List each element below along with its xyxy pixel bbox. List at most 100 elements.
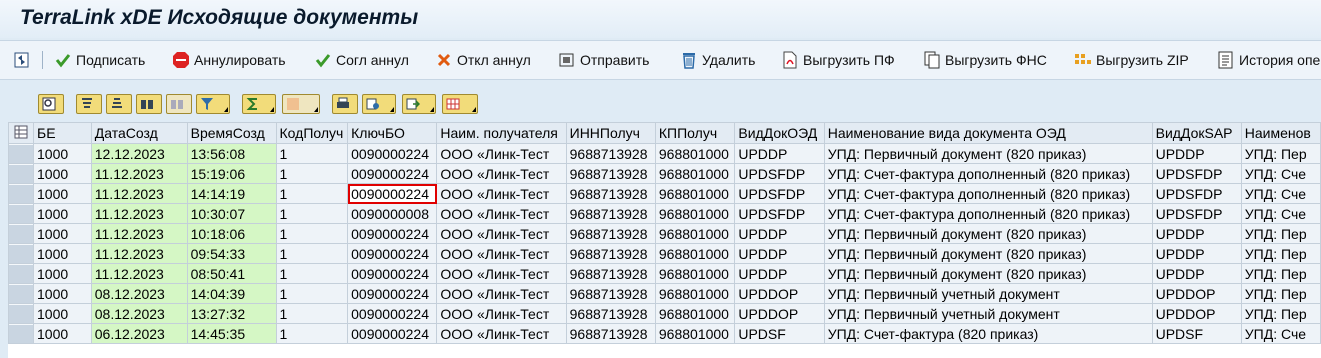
table-row[interactable]: 1000 11.12.2023 09:54:33 1 0090000224 ООО «Ли…: [8, 243, 1321, 264]
row-selector[interactable]: [8, 323, 34, 344]
send-button[interactable]: Отправить: [558, 49, 649, 71]
table-cell[interactable]: 12.12.2023: [90, 143, 188, 164]
table-cell[interactable]: УПД: Первичный документ (820 приказ): [823, 143, 1153, 164]
table-cell[interactable]: UPDDP: [1151, 223, 1242, 244]
export-pf-button[interactable]: Выгрузить ПФ: [781, 49, 895, 71]
table-cell[interactable]: 0090000224: [347, 263, 438, 284]
table-cell[interactable]: 09:54:33: [186, 243, 277, 264]
table-cell[interactable]: 0090000224: [347, 303, 438, 324]
table-cell[interactable]: УПД: Пер: [1240, 303, 1321, 324]
table-cell[interactable]: 11.12.2023: [90, 163, 188, 184]
table-cell[interactable]: UPDSFDP: [1151, 163, 1242, 184]
table-cell[interactable]: 0090000224: [347, 243, 438, 264]
table-cell[interactable]: 968801000: [654, 323, 736, 344]
column-header[interactable]: ВидДокSAP: [1151, 122, 1242, 144]
table-cell[interactable]: 1: [275, 283, 349, 304]
table-cell[interactable]: 1: [275, 243, 349, 264]
table-cell[interactable]: УПД: Счет-фактура дополненный (820 прика…: [823, 163, 1153, 184]
table-cell[interactable]: 1: [275, 303, 349, 324]
print-button[interactable]: [332, 94, 358, 114]
table-cell[interactable]: УПД: Пер: [1240, 243, 1321, 264]
row-selector[interactable]: [8, 163, 34, 184]
table-cell[interactable]: 1000: [33, 163, 92, 184]
table-cell[interactable]: 9688713928: [565, 323, 656, 344]
table-cell[interactable]: 11.12.2023: [90, 263, 188, 284]
table-cell[interactable]: UPDSFDP: [1151, 203, 1242, 224]
table-cell[interactable]: 968801000: [654, 183, 736, 204]
table-cell[interactable]: 08.12.2023: [90, 283, 188, 304]
table-cell[interactable]: UPDSFDP: [1151, 183, 1242, 204]
find-button[interactable]: [136, 94, 162, 114]
table-cell[interactable]: 968801000: [654, 203, 736, 224]
table-cell[interactable]: ООО «Линк-Тест: [436, 163, 567, 184]
sign-button[interactable]: Подписать: [54, 49, 145, 71]
row-selector[interactable]: [8, 223, 34, 244]
table-row[interactable]: 1000 08.12.2023 13:27:32 1 0090000224 ООО «Ли…: [8, 303, 1321, 324]
table-cell[interactable]: UPDSFDP: [734, 203, 825, 224]
column-header[interactable]: КодПолуч: [275, 122, 349, 144]
table-cell[interactable]: 968801000: [654, 163, 736, 184]
column-header[interactable]: Наименование вида документа ОЭД: [823, 122, 1153, 144]
table-cell[interactable]: 1000: [33, 223, 92, 244]
table-cell[interactable]: UPDDOP: [734, 303, 825, 324]
table-cell[interactable]: 10:18:06: [186, 223, 277, 244]
table-cell[interactable]: 9688713928: [565, 223, 656, 244]
table-cell[interactable]: 1000: [33, 143, 92, 164]
column-header[interactable]: Наим. получателя: [436, 122, 567, 144]
export-zip-button[interactable]: Выгрузить ZIP: [1074, 49, 1189, 71]
column-header[interactable]: ИННПолуч: [565, 122, 656, 144]
table-cell[interactable]: 1: [275, 163, 349, 184]
table-cell[interactable]: 9688713928: [565, 283, 656, 304]
table-cell[interactable]: 9688713928: [565, 263, 656, 284]
table-row[interactable]: 1000 11.12.2023 10:18:06 1 0090000224 ООО «Ли…: [8, 223, 1321, 244]
table-cell[interactable]: 1: [275, 223, 349, 244]
table-cell[interactable]: UPDDP: [734, 143, 825, 164]
row-selector[interactable]: [8, 263, 34, 284]
table-cell[interactable]: УПД: Пер: [1240, 223, 1321, 244]
table-cell[interactable]: ООО «Линк-Тест: [436, 263, 567, 284]
table-cell[interactable]: 1: [275, 143, 349, 164]
export-fns-button[interactable]: Выгрузить ФНС: [923, 49, 1047, 71]
table-cell[interactable]: УПД: Счет-фактура дополненный (820 прика…: [823, 203, 1153, 224]
table-row[interactable]: 1000 11.12.2023 10:30:07 1 0090000008 ООО «Ли…: [8, 203, 1321, 224]
table-cell[interactable]: 11.12.2023: [90, 243, 188, 264]
table-cell[interactable]: 13:27:32: [186, 303, 277, 324]
row-selector[interactable]: [8, 183, 34, 204]
table-cell[interactable]: 0090000008: [347, 203, 438, 224]
column-header[interactable]: ВидДокОЭД: [734, 122, 825, 144]
table-row[interactable]: 1000 08.12.2023 14:04:39 1 0090000224 ООО «Ли…: [8, 283, 1321, 304]
column-header[interactable]: ДатаСозд: [90, 122, 188, 144]
table-cell[interactable]: УПД: Первичный учетный документ: [823, 283, 1153, 304]
table-cell[interactable]: 0090000224: [347, 143, 438, 164]
table-cell[interactable]: 13:56:08: [186, 143, 277, 164]
table-cell[interactable]: УПД: Счет-фактура (820 приказ): [823, 323, 1153, 344]
table-cell[interactable]: 14:45:35: [186, 323, 277, 344]
table-cell[interactable]: 1: [275, 183, 349, 204]
table-cell[interactable]: 11.12.2023: [90, 183, 188, 204]
table-cell[interactable]: ООО «Линк-Тест: [436, 243, 567, 264]
table-cell[interactable]: 1000: [33, 303, 92, 324]
table-cell[interactable]: 1: [275, 263, 349, 284]
table-cell[interactable]: 0090000224: [347, 223, 438, 244]
row-selector[interactable]: [8, 203, 34, 224]
table-cell[interactable]: УПД: Сче: [1240, 183, 1321, 204]
row-selector[interactable]: [8, 143, 34, 164]
table-cell[interactable]: UPDDP: [1151, 243, 1242, 264]
table-row[interactable]: 1000 12.12.2023 13:56:08 1 0090000224 ООО «Ли…: [8, 143, 1321, 164]
table-cell[interactable]: 11.12.2023: [90, 223, 188, 244]
layout-button[interactable]: [442, 94, 478, 114]
table-cell[interactable]: UPDSFDP: [734, 183, 825, 204]
table-cell[interactable]: UPDDOP: [734, 283, 825, 304]
sort-ascending-button[interactable]: [76, 94, 102, 114]
table-cell[interactable]: УПД: Пер: [1240, 283, 1321, 304]
column-header[interactable]: ВремяСозд: [186, 122, 277, 144]
table-cell[interactable]: 968801000: [654, 263, 736, 284]
table-cell[interactable]: ООО «Линк-Тест: [436, 323, 567, 344]
table-row[interactable]: 1000 11.12.2023 14:14:19 1 0090000224 ООО «Ли…: [8, 183, 1321, 204]
table-cell[interactable]: 1000: [33, 283, 92, 304]
table-row[interactable]: 1000 11.12.2023 08:50:41 1 0090000224 ООО «Ли…: [8, 263, 1321, 284]
cancel-button[interactable]: Аннулировать: [172, 49, 286, 71]
table-cell[interactable]: UPDDP: [1151, 143, 1242, 164]
column-header[interactable]: Наименов: [1240, 122, 1321, 144]
table-cell[interactable]: 1000: [33, 183, 92, 204]
